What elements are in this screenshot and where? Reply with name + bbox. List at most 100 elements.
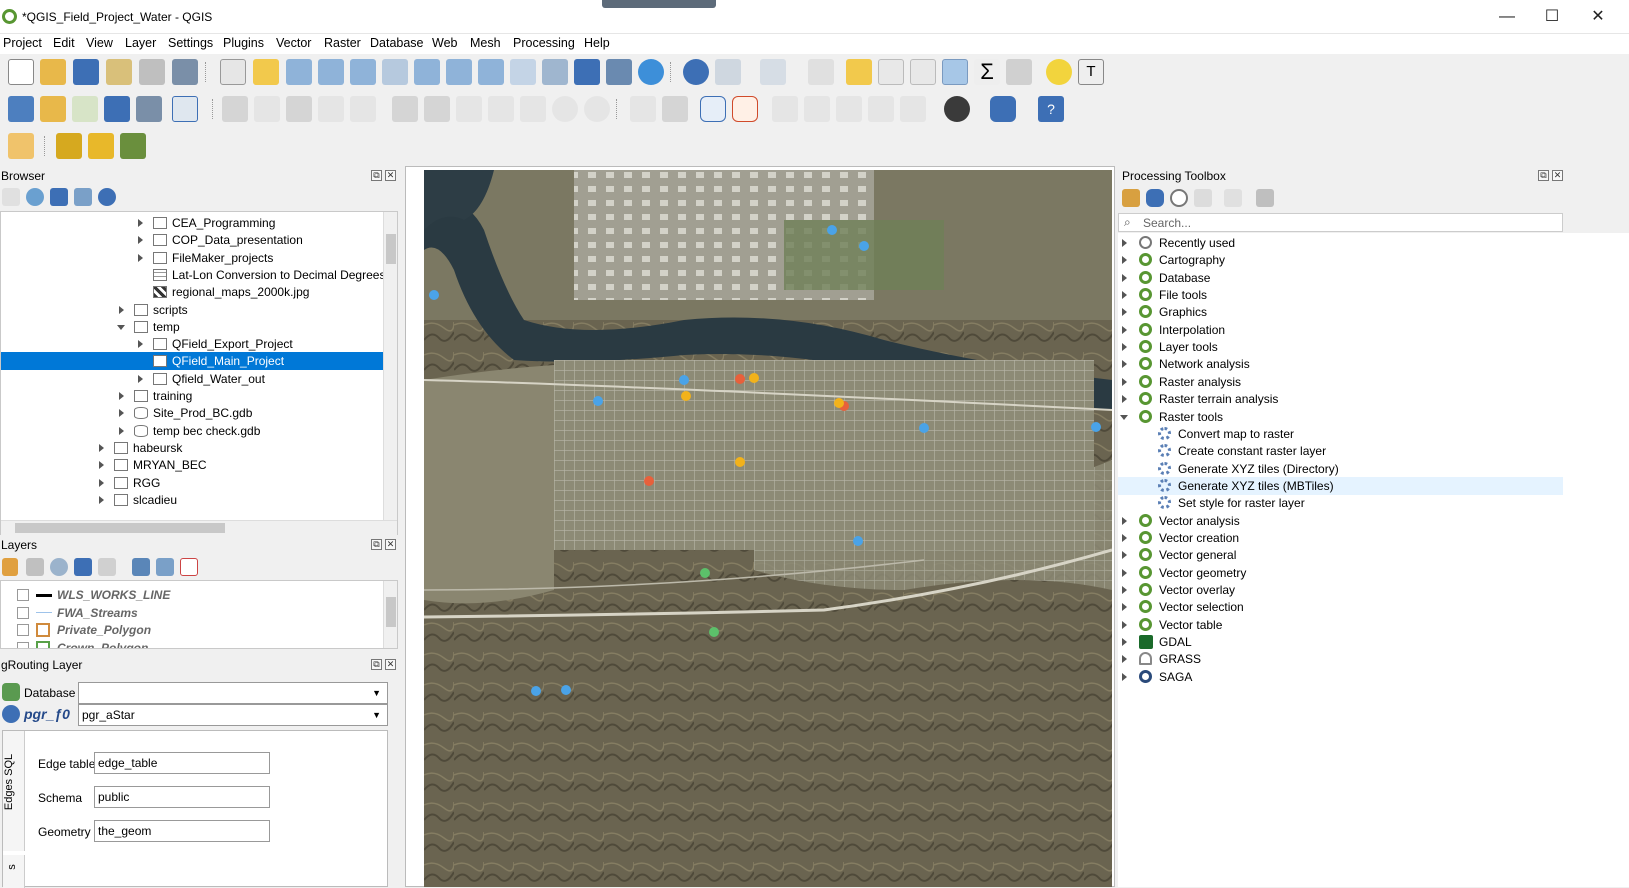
filter-expression-icon[interactable] (98, 558, 116, 576)
paste-features-icon[interactable] (520, 96, 546, 122)
cut-features-icon[interactable] (456, 96, 482, 122)
chevron-right-icon[interactable] (138, 374, 143, 383)
menu-project[interactable]: Project (3, 36, 42, 50)
print-layout-icon[interactable] (139, 59, 165, 85)
float-panel-icon[interactable]: ⧉ (371, 659, 382, 670)
refresh-browser-icon[interactable] (26, 188, 44, 206)
chevron-right-icon[interactable] (1122, 568, 1127, 577)
chevron-right-icon[interactable] (119, 409, 124, 418)
close-panel-icon[interactable]: ✕ (385, 539, 396, 550)
chevron-right-icon[interactable] (1122, 672, 1127, 681)
results-viewer-icon[interactable] (1194, 189, 1212, 207)
python-console-icon[interactable] (990, 96, 1016, 122)
label-toolbar-icon[interactable] (630, 96, 656, 122)
attribute-table-icon[interactable] (878, 59, 904, 85)
layer-item[interactable]: Private_Polygon (1, 621, 381, 639)
toolbox-group[interactable]: Vector analysis (1118, 512, 1563, 530)
current-edits-icon[interactable] (254, 96, 280, 122)
pan-map-icon[interactable] (220, 59, 246, 85)
toolbox-group[interactable]: Interpolation (1118, 321, 1563, 339)
menu-edit[interactable]: Edit (53, 36, 75, 50)
statistics-sigma-icon[interactable]: Σ (974, 59, 1000, 85)
show-bookmarks-icon[interactable] (606, 59, 632, 85)
toolbox-group[interactable]: Vector overlay (1118, 581, 1563, 599)
browser-item[interactable]: FileMaker_projects (1, 249, 383, 267)
save-project-icon[interactable] (73, 59, 99, 85)
menu-database[interactable]: Database (370, 36, 424, 50)
browser-item[interactable]: CEA_Programming (1, 214, 383, 232)
connect-database-icon[interactable] (2, 683, 20, 701)
new-map-view-icon[interactable] (542, 59, 568, 85)
copy-features-icon[interactable] (488, 96, 514, 122)
browser-item[interactable]: training (1, 387, 383, 405)
layer-item[interactable]: WLS_WORKS_LINE (1, 586, 381, 604)
chevron-right-icon[interactable] (138, 253, 143, 262)
browser-hscrollbar[interactable] (1, 520, 397, 535)
chevron-right-icon[interactable] (1122, 533, 1127, 542)
menu-raster[interactable]: Raster (324, 36, 361, 50)
menu-settings[interactable]: Settings (168, 36, 213, 50)
chevron-right-icon[interactable] (1122, 325, 1127, 334)
zoom-full-icon[interactable] (350, 59, 376, 85)
field-calculator-icon[interactable] (910, 59, 936, 85)
chevron-right-icon[interactable] (119, 305, 124, 314)
qfield-settings-icon[interactable] (120, 133, 146, 159)
browser-item[interactable]: RGG (1, 474, 383, 492)
toolbox-group[interactable]: Vector general (1118, 546, 1563, 564)
schema-input[interactable]: public (94, 786, 270, 808)
highlight-labels-icon[interactable] (772, 96, 798, 122)
toolbox-group[interactable]: Vector creation (1118, 529, 1563, 547)
browser-item[interactable]: QField_Main_Project (1, 352, 383, 371)
new-project-icon[interactable] (8, 59, 34, 85)
select-features-icon[interactable] (760, 59, 786, 85)
browser-item[interactable]: temp bec check.gdb (1, 422, 383, 440)
chevron-right-icon[interactable] (1122, 256, 1127, 265)
toolbox-group[interactable]: Raster analysis (1118, 373, 1563, 391)
options-wrench-icon[interactable] (1256, 189, 1274, 207)
browser-item[interactable]: Lat-Lon Conversion to Decimal Degrees.xl (1, 266, 397, 284)
qfield-sync-icon[interactable] (88, 133, 114, 159)
add-layer-icon[interactable] (2, 188, 20, 206)
toolbox-group[interactable]: SAGA (1118, 668, 1563, 686)
layer-item[interactable]: Crown_Polygon (1, 639, 381, 648)
toolbox-group[interactable]: GDAL (1118, 633, 1563, 651)
new-virtual-layer-icon[interactable] (172, 96, 198, 122)
chevron-right-icon[interactable] (1122, 239, 1127, 247)
menu-mesh[interactable]: Mesh (470, 36, 501, 50)
toolbox-group[interactable]: Vector geometry (1118, 564, 1563, 582)
close-panel-icon[interactable]: ✕ (1552, 170, 1563, 181)
close-panel-icon[interactable]: ✕ (385, 170, 396, 181)
browser-item[interactable]: COP_Data_presentation (1, 231, 383, 249)
browser-item[interactable]: MRYAN_BEC (1, 456, 383, 474)
filter-browser-icon[interactable] (50, 188, 68, 206)
edit-features-in-place-icon[interactable] (1224, 189, 1242, 207)
properties-info-icon[interactable] (98, 188, 116, 206)
chevron-down-icon[interactable] (117, 324, 125, 330)
geometry-input[interactable]: the_geom (94, 820, 270, 842)
tab-side-2[interactable]: s (3, 855, 25, 888)
scroll-thumb[interactable] (386, 597, 396, 627)
browser-item[interactable]: slcadieu (1, 491, 383, 509)
delete-selected-icon[interactable] (424, 96, 450, 122)
menu-web[interactable]: Web (432, 36, 457, 50)
style-manager-icon[interactable] (172, 59, 198, 85)
pin-labels-icon[interactable] (732, 96, 758, 122)
toolbox-group[interactable]: Layer tools (1118, 338, 1563, 356)
menu-help[interactable]: Help (584, 36, 610, 50)
new-geopackage-icon[interactable] (40, 96, 66, 122)
zoom-layer-icon[interactable] (414, 59, 440, 85)
new-bookmark-icon[interactable] (574, 59, 600, 85)
chevron-right-icon[interactable] (1122, 273, 1127, 282)
layers-vscrollbar[interactable] (383, 581, 397, 648)
pan-to-selection-icon[interactable] (253, 59, 279, 85)
toolbox-group[interactable]: Graphics (1118, 303, 1563, 321)
chevron-right-icon[interactable] (1122, 291, 1127, 300)
browser-item[interactable]: temp (1, 318, 383, 336)
chevron-right-icon[interactable] (99, 443, 104, 452)
toolbox-algorithm[interactable]: Create constant raster layer (1118, 442, 1563, 460)
zoom-out-icon[interactable] (318, 59, 344, 85)
chevron-right-icon[interactable] (1122, 655, 1127, 664)
scroll-thumb[interactable] (386, 234, 396, 264)
chevron-right-icon[interactable] (1122, 603, 1127, 612)
zoom-next-icon[interactable] (510, 59, 536, 85)
